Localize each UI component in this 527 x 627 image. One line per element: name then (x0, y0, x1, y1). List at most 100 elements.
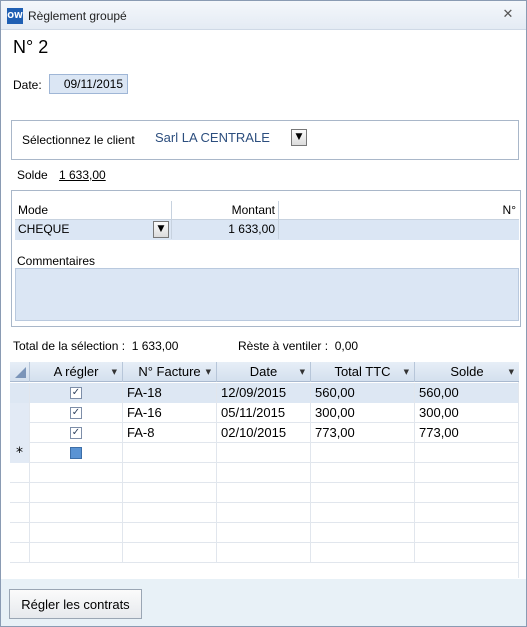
table-row[interactable]: ✓ FA-8 02/10/2015 773,00 773,00 (10, 423, 519, 443)
empty-cell (30, 503, 123, 523)
empty-cell (30, 483, 123, 503)
header-date-label: Date (249, 364, 278, 379)
client-section: Sélectionnez le client Sarl LA CENTRALE … (11, 120, 519, 160)
a-regler-cell: ✓ (30, 403, 123, 423)
empty-cell (10, 483, 30, 503)
empty-cell (10, 523, 30, 543)
client-dropdown-button[interactable]: ▼ (291, 129, 307, 146)
facture-cell: FA-8 (123, 423, 217, 443)
empty-row (10, 463, 519, 483)
table-row[interactable]: ✓ FA-18 12/09/2015 560,00 560,00 (10, 383, 519, 403)
reste-a-ventiler: Rèste à ventiler : 0,00 (238, 339, 358, 353)
header-solde[interactable]: Solde ▼ (415, 362, 519, 382)
empty-cell (123, 483, 217, 503)
a-regler-checkbox[interactable]: ✓ (70, 407, 82, 419)
new-row-marker: * (10, 443, 30, 463)
select-all-cell[interactable] (10, 362, 30, 382)
header-a-regler[interactable]: A régler ▼ (30, 362, 123, 382)
a-regler-checkbox[interactable]: ✓ (70, 387, 82, 399)
solde-cell: 300,00 (415, 403, 519, 423)
total-cell: 773,00 (311, 423, 415, 443)
a-regler-checkbox[interactable]: ✓ (70, 427, 82, 439)
facture-cell: FA-18 (123, 383, 217, 403)
total-selection-label: Total de la sélection : (13, 339, 126, 353)
client-select[interactable]: Sarl LA CENTRALE ▼ (153, 127, 309, 148)
a-regler-cell (30, 443, 123, 463)
montant-header: Montant (171, 201, 278, 220)
empty-cell (10, 463, 30, 483)
a-regler-checkbox[interactable] (70, 447, 82, 459)
app-icon: OW (7, 8, 23, 24)
row-selector[interactable] (10, 383, 30, 403)
empty-cell (311, 503, 415, 523)
mode-value: CHEQUE (18, 222, 70, 236)
reste-label: Rèste à ventiler : (238, 339, 329, 353)
page-title: N° 2 (13, 37, 49, 57)
empty-cell (217, 483, 311, 503)
empty-cell (30, 523, 123, 543)
payment-header: Mode Montant N° (15, 201, 519, 220)
empty-cell (123, 503, 217, 523)
footer-bar: Régler les contrats (1, 579, 526, 626)
empty-row (10, 543, 519, 563)
solde-value: 1 633,00 (59, 168, 106, 182)
window-title: Règlement groupé (28, 9, 127, 23)
row-selector[interactable] (10, 423, 30, 443)
facture-cell: FA-16 (123, 403, 217, 423)
header-facture[interactable]: N° Facture ▼ (123, 362, 217, 382)
header-facture-label: N° Facture (138, 364, 201, 379)
empty-cell (10, 503, 30, 523)
payment-section: Mode Montant N° CHEQUE ▼ 1 633,00 Commen… (11, 190, 521, 327)
header-total-ttc-label: Total TTC (334, 364, 391, 379)
solde-cell[interactable] (415, 443, 519, 463)
grid-header: A régler ▼ N° Facture ▼ Date ▼ Total TTC… (10, 362, 519, 382)
empty-cell (217, 523, 311, 543)
sort-arrow-icon: ▼ (299, 368, 305, 376)
empty-cell (311, 463, 415, 483)
empty-cell (311, 523, 415, 543)
comment-field[interactable] (15, 268, 519, 321)
date-cell: 12/09/2015 (217, 383, 311, 403)
numero-field[interactable] (278, 220, 519, 239)
invoice-grid: A régler ▼ N° Facture ▼ Date ▼ Total TTC… (10, 362, 519, 578)
date-field[interactable]: 09/11/2015 (49, 74, 128, 94)
total-selection-value: 1 633,00 (131, 339, 179, 353)
sort-arrow-icon: ▼ (403, 368, 409, 376)
montant-field[interactable]: 1 633,00 (171, 220, 278, 239)
mode-select[interactable]: CHEQUE ▼ (15, 220, 171, 239)
a-regler-cell: ✓ (30, 423, 123, 443)
close-icon[interactable]: ✕ (500, 7, 516, 23)
facture-cell[interactable] (123, 443, 217, 463)
a-regler-cell: ✓ (30, 383, 123, 403)
header-solde-label: Solde (450, 364, 484, 379)
regler-contrats-button[interactable]: Régler les contrats (9, 589, 142, 619)
row-selector[interactable] (10, 403, 30, 423)
chevron-down-icon: ▼ (157, 224, 165, 234)
client-value: Sarl LA CENTRALE (155, 130, 270, 145)
header-total-ttc[interactable]: Total TTC ▼ (311, 362, 415, 382)
comment-label: Commentaires (17, 254, 96, 268)
empty-cell (123, 463, 217, 483)
mode-header: Mode (18, 203, 49, 217)
empty-row (10, 503, 519, 523)
solde-label: Solde (17, 168, 48, 182)
mode-dropdown-button[interactable]: ▼ (153, 221, 169, 238)
empty-cell (123, 523, 217, 543)
empty-row (10, 523, 519, 543)
empty-cell (217, 503, 311, 523)
new-row[interactable]: * (10, 443, 519, 463)
date-cell: 02/10/2015 (217, 423, 311, 443)
header-date[interactable]: Date ▼ (217, 362, 311, 382)
empty-cell (217, 463, 311, 483)
empty-cell (30, 463, 123, 483)
payment-row: CHEQUE ▼ 1 633,00 (15, 220, 519, 240)
total-cell[interactable] (311, 443, 415, 463)
select-all-icon (15, 367, 26, 378)
table-row[interactable]: ✓ FA-16 05/11/2015 300,00 300,00 (10, 403, 519, 423)
form-content: N° 2 Date: 09/11/2015 Sélectionnez le cl… (1, 31, 526, 626)
empty-cell (311, 543, 415, 563)
empty-cell (311, 483, 415, 503)
date-cell[interactable] (217, 443, 311, 463)
sort-arrow-icon: ▼ (111, 368, 117, 376)
empty-cell (10, 543, 30, 563)
